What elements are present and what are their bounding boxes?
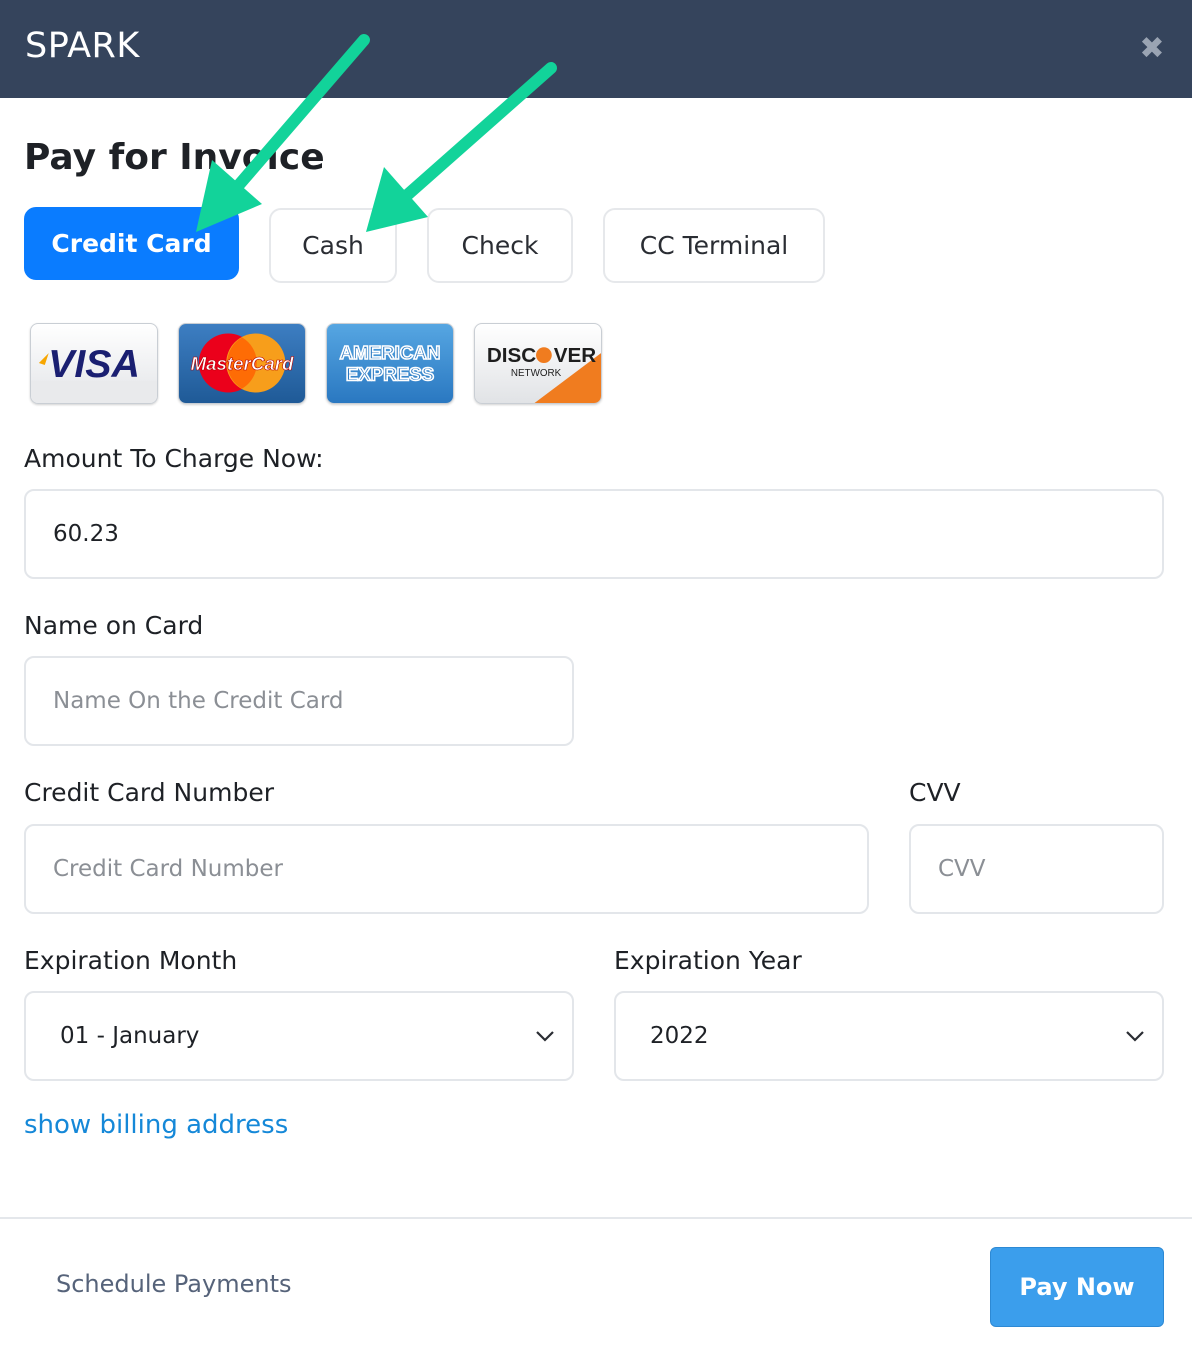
- amount-label: Amount To Charge Now:: [24, 444, 324, 473]
- chevron-down-icon: [536, 1031, 554, 1042]
- discover-logo: DISC VER NETWORK: [474, 323, 602, 404]
- page-title: Pay for Invoice: [24, 137, 325, 178]
- close-icon[interactable]: ✖: [1138, 33, 1166, 65]
- exp-month-select[interactable]: 01 - January: [24, 991, 574, 1081]
- cvv-input[interactable]: [909, 824, 1164, 914]
- name-on-card-input[interactable]: [24, 656, 574, 746]
- payment-modal: SPARK ✖ Pay for Invoice Credit Card Cash…: [0, 0, 1192, 1356]
- svg-text:MasterCard: MasterCard: [191, 353, 294, 374]
- amount-input[interactable]: [24, 489, 1164, 579]
- pay-now-button[interactable]: Pay Now: [990, 1247, 1164, 1327]
- show-billing-address-link[interactable]: show billing address: [24, 1110, 288, 1140]
- schedule-payments-button[interactable]: Schedule Payments: [56, 1270, 292, 1298]
- svg-text:EXPRESS: EXPRESS: [346, 364, 434, 385]
- svg-text:VER: VER: [554, 344, 597, 367]
- card-number-input[interactable]: [24, 824, 869, 914]
- visa-logo: VISA: [30, 323, 158, 404]
- brand-title: SPARK: [25, 26, 140, 66]
- chevron-down-icon: [1126, 1031, 1144, 1042]
- tab-cash[interactable]: Cash: [269, 208, 397, 283]
- svg-text:AMERICAN: AMERICAN: [340, 342, 441, 363]
- exp-year-value: 2022: [650, 1023, 709, 1049]
- svg-text:DISC: DISC: [487, 344, 536, 367]
- exp-month-label: Expiration Month: [24, 946, 238, 975]
- svg-text:NETWORK: NETWORK: [511, 368, 562, 379]
- exp-year-label: Expiration Year: [614, 946, 802, 975]
- mastercard-logo: MasterCard: [178, 323, 306, 404]
- tab-credit-card[interactable]: Credit Card: [24, 207, 239, 280]
- card-number-label: Credit Card Number: [24, 778, 274, 807]
- modal-header: SPARK ✖: [0, 0, 1192, 98]
- cvv-label: CVV: [909, 778, 961, 807]
- name-on-card-label: Name on Card: [24, 611, 204, 640]
- svg-text:VISA: VISA: [48, 342, 140, 386]
- exp-month-value: 01 - January: [60, 1023, 200, 1049]
- footer-divider: [0, 1217, 1192, 1219]
- tab-cc-terminal[interactable]: CC Terminal: [603, 208, 825, 283]
- tab-check[interactable]: Check: [427, 208, 573, 283]
- amex-logo: AMERICAN EXPRESS: [326, 323, 454, 404]
- exp-year-select[interactable]: 2022: [614, 991, 1164, 1081]
